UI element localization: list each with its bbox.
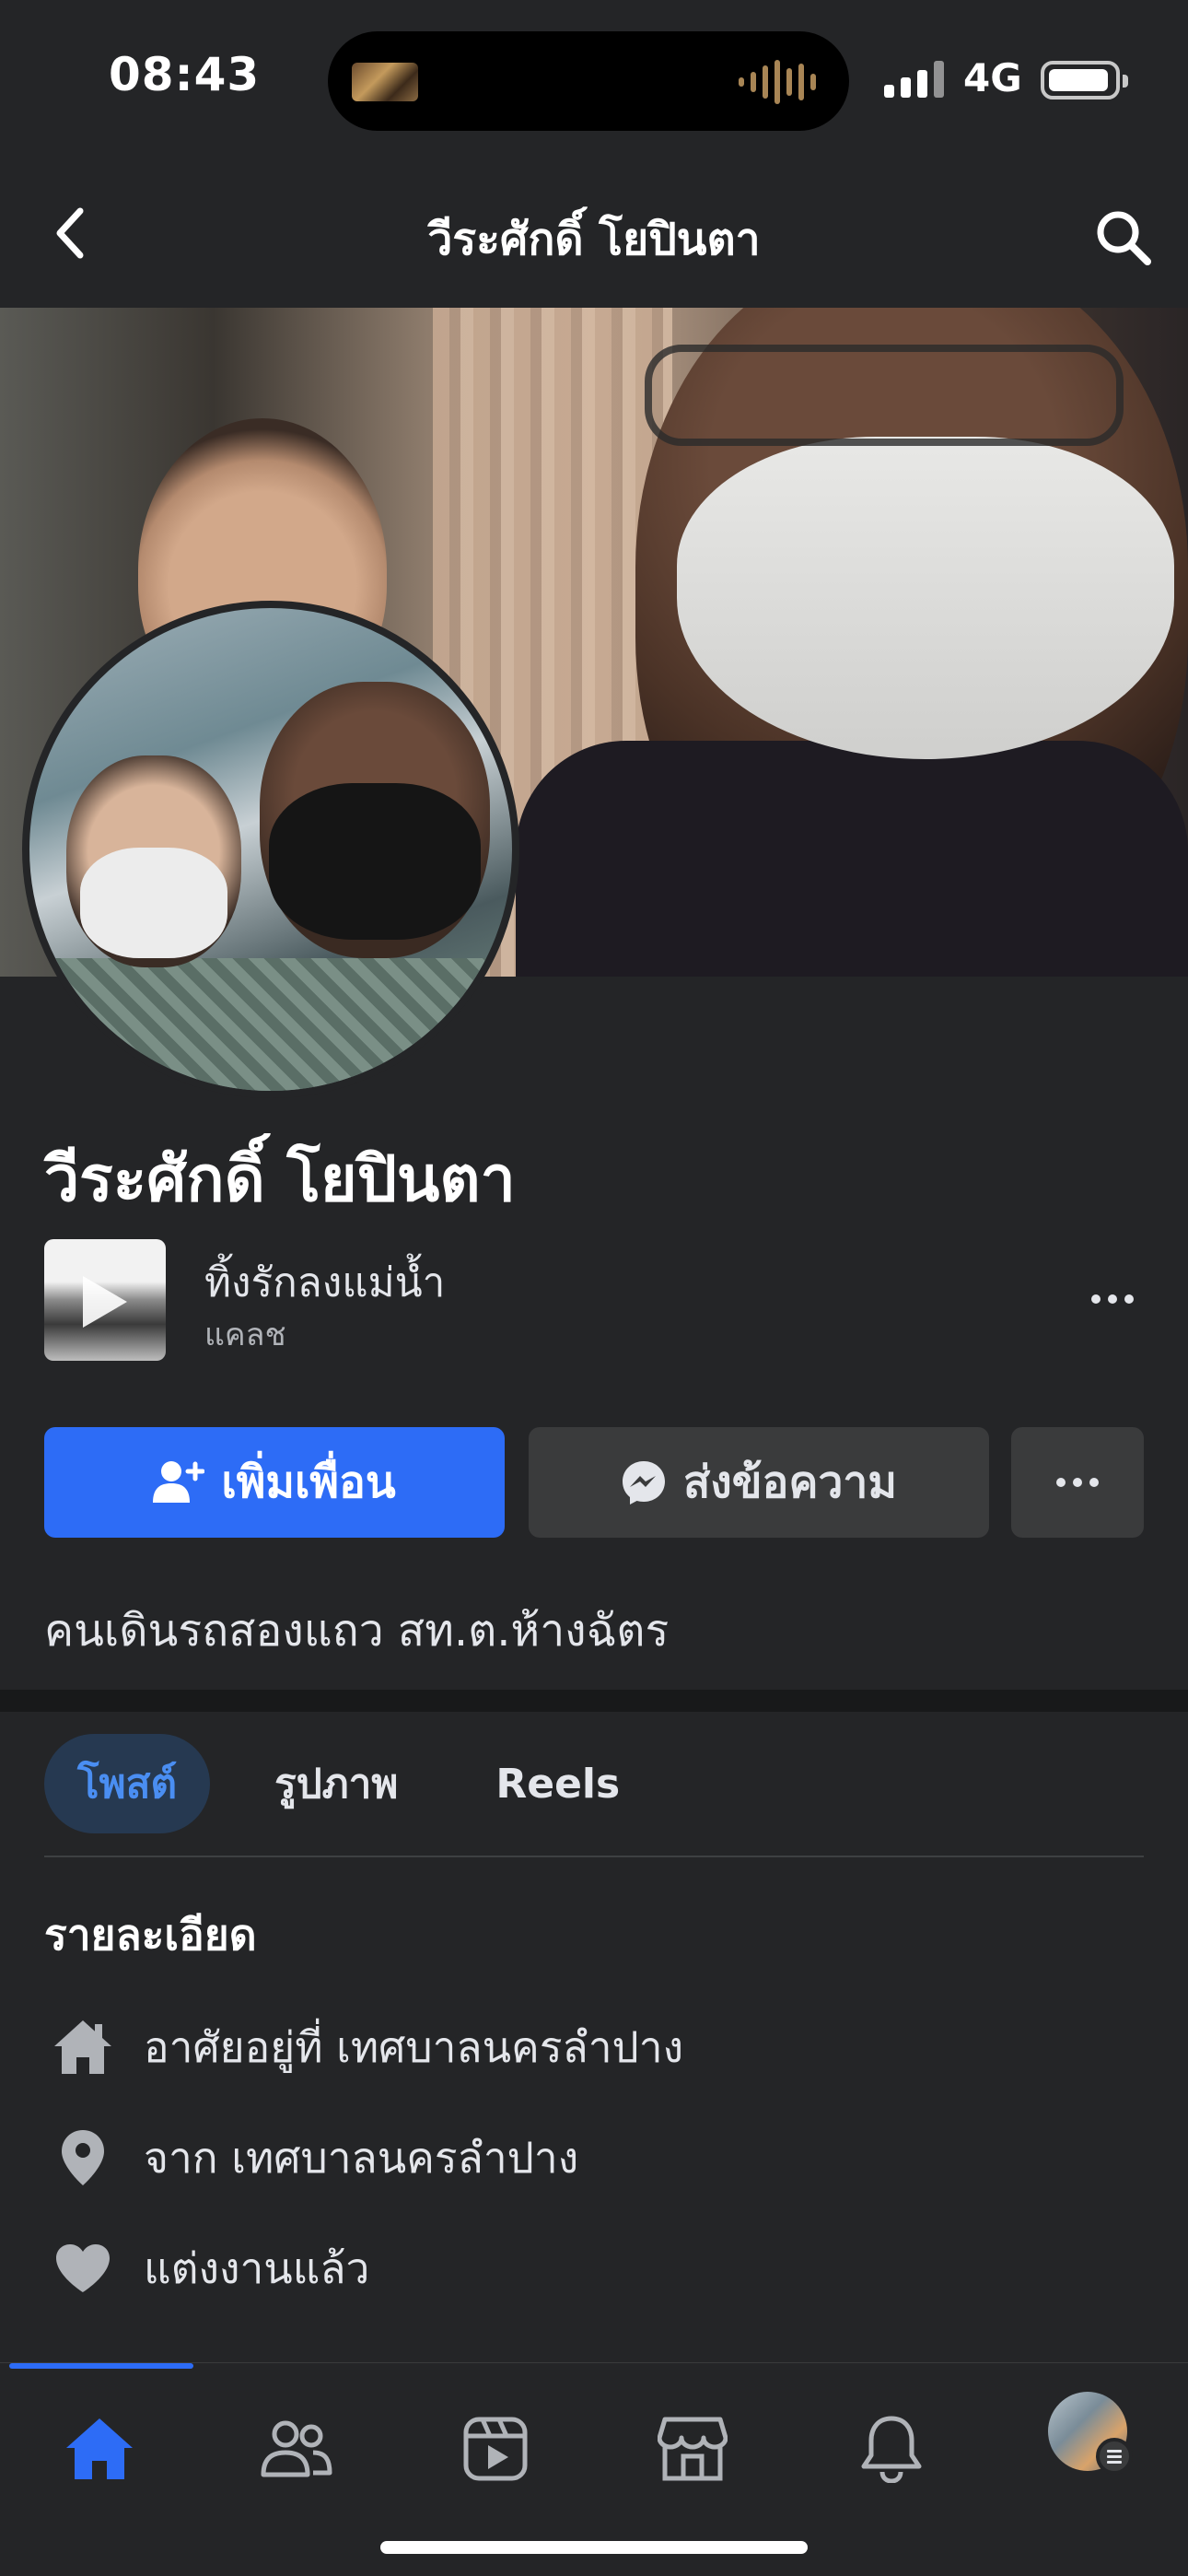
music-more-button[interactable] xyxy=(1076,1267,1149,1331)
details-heading: รายละเอียด xyxy=(44,1910,257,1960)
now-playing-thumbnail xyxy=(352,63,418,101)
status-bar: 08:43 4G xyxy=(0,0,1188,157)
battery-icon xyxy=(1041,61,1128,100)
profile-picture-black-mask xyxy=(269,783,481,940)
profile-picture[interactable] xyxy=(22,601,519,1098)
profile-picture-shirt xyxy=(29,958,512,1091)
music-title: ทิ้งรักลงแม่น้ำ xyxy=(204,1259,446,1306)
video-icon xyxy=(463,2417,528,2481)
search-button[interactable] xyxy=(1087,201,1160,275)
messenger-icon xyxy=(622,1461,665,1505)
notifications-icon xyxy=(861,2416,922,2483)
detail-relationship: แต่งงานแล้ว xyxy=(44,2231,1144,2305)
detail-lives-in-text: อาศัยอยู่ที่ เทศบาลนครลำปาง xyxy=(144,2021,684,2072)
music-album-cover[interactable] xyxy=(44,1239,166,1361)
search-icon xyxy=(1097,211,1151,265)
dynamic-island[interactable] xyxy=(328,31,849,131)
profile-tabs: โพสต์ รูปภาพ Reels xyxy=(44,1734,653,1833)
friends-icon xyxy=(261,2420,332,2477)
home-icon xyxy=(66,2418,133,2479)
tab-reels[interactable]: Reels xyxy=(462,1734,653,1833)
bottom-progress-indicator xyxy=(9,2363,193,2369)
profile-actions: เพิ่มเพื่อน ส่งข้อความ xyxy=(44,1427,1144,1538)
detail-from-text: จาก เทศบาลนครลำปาง xyxy=(144,2132,579,2183)
marketplace-icon xyxy=(658,2417,728,2481)
audio-waveform-icon xyxy=(739,59,816,105)
play-icon xyxy=(83,1276,127,1328)
profile-name: วีระศักดิ์ โยปินตา xyxy=(44,1143,516,1216)
status-time: 08:43 xyxy=(109,48,261,101)
home-indicator xyxy=(380,2541,808,2554)
menu-icon xyxy=(1096,2438,1133,2475)
nav-notifications[interactable] xyxy=(836,2398,947,2500)
profile-picture-white-mask xyxy=(80,848,227,958)
detail-relationship-text: แต่งงานแล้ว xyxy=(144,2242,370,2293)
message-button[interactable]: ส่งข้อความ xyxy=(529,1427,989,1538)
detail-lives-in: อาศัยอยู่ที่ เทศบาลนครลำปาง xyxy=(44,2010,1144,2084)
detail-from: จาก เทศบาลนครลำปาง xyxy=(44,2121,1144,2195)
add-friend-label: เพิ่มเพื่อน xyxy=(221,1457,396,1508)
message-label: ส่งข้อความ xyxy=(682,1457,898,1508)
home-icon xyxy=(44,2010,122,2084)
cellular-signal-icon xyxy=(884,61,944,98)
network-type: 4G xyxy=(963,55,1022,100)
location-pin-icon xyxy=(44,2121,122,2195)
section-divider xyxy=(0,1690,1188,1712)
tab-posts[interactable]: โพสต์ xyxy=(44,1734,211,1833)
top-navigation: วีระศักดิ์ โยปินตา xyxy=(0,166,1188,306)
tab-photos[interactable]: รูปภาพ xyxy=(241,1734,431,1833)
cover-photo-shirt xyxy=(516,741,1188,977)
page-title: วีระศักดิ์ โยปินตา xyxy=(427,214,761,265)
nav-marketplace[interactable] xyxy=(637,2398,748,2500)
cover-photo-face-mask xyxy=(677,437,1174,759)
nav-home[interactable] xyxy=(44,2398,155,2500)
music-artist: แคลช xyxy=(204,1317,286,1353)
heart-icon xyxy=(44,2231,122,2305)
cover-photo-glasses xyxy=(645,345,1124,446)
profile-bio: คนเดินรถสองแถว สท.ต.ห้างฉัตร xyxy=(44,1605,670,1657)
more-options-button[interactable] xyxy=(1011,1427,1144,1538)
nav-video[interactable] xyxy=(440,2398,551,2500)
nav-friends[interactable] xyxy=(241,2398,352,2500)
profile-music[interactable]: ทิ้งรักลงแม่น้ำ แคลช xyxy=(44,1239,1149,1361)
add-friend-icon xyxy=(153,1461,205,1503)
tabs-divider xyxy=(44,1856,1144,1857)
add-friend-button[interactable]: เพิ่มเพื่อน xyxy=(44,1427,505,1538)
